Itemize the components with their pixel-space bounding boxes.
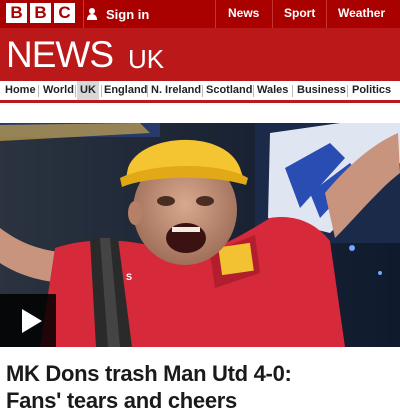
bbc-logo[interactable]: B B C (6, 3, 75, 23)
sign-in-label: Sign in (106, 6, 150, 22)
divider (347, 85, 348, 97)
divider (326, 0, 327, 28)
divider (272, 0, 273, 28)
user-icon (86, 8, 98, 20)
article-headline[interactable]: MK Dons trash Man Utd 4-0: Fans' tears a… (6, 360, 396, 414)
divider (253, 85, 254, 97)
divider (215, 0, 216, 28)
play-button[interactable] (0, 294, 56, 347)
section-nav-world[interactable]: World (43, 81, 74, 100)
divider (147, 85, 148, 97)
section-nav-england[interactable]: England (104, 81, 147, 100)
hero-video-thumbnail[interactable]: S (0, 123, 400, 347)
section-nav: Home World UK England N. Ireland Scotlan… (0, 81, 400, 103)
top-nav-weather[interactable]: Weather (338, 0, 385, 28)
top-nav-news[interactable]: News (228, 0, 259, 28)
region-label[interactable]: UK (128, 44, 164, 74)
section-nav-uk[interactable]: UK (77, 81, 99, 100)
play-icon (22, 309, 42, 333)
fan-photo: S (0, 123, 400, 347)
divider (83, 0, 84, 28)
divider (75, 85, 76, 97)
headline-line: MK Dons trash Man Utd 4-0: (6, 361, 292, 386)
bbc-logo-letter: C (54, 3, 75, 23)
section-nav-business[interactable]: Business (297, 81, 346, 100)
divider (38, 85, 39, 97)
section-nav-politics[interactable]: Politics (352, 81, 391, 100)
bbc-logo-letter: B (30, 3, 51, 23)
top-bar: B B C Sign in News Sport Weather (0, 0, 400, 28)
divider (202, 85, 203, 97)
section-nav-wales[interactable]: Wales (257, 81, 288, 100)
headline-line: Fans' tears and cheers (6, 388, 237, 413)
divider (292, 85, 293, 97)
bbc-logo-letter: B (6, 3, 27, 23)
section-nav-home[interactable]: Home (5, 81, 36, 100)
section-nav-n-ireland[interactable]: N. Ireland (151, 81, 201, 100)
top-nav-sport[interactable]: Sport (284, 0, 315, 28)
news-logo[interactable]: NEWS (6, 35, 114, 75)
section-nav-scotland[interactable]: Scotland (206, 81, 252, 100)
divider (101, 85, 102, 97)
svg-text:S: S (126, 272, 132, 282)
news-banner: NEWS UK (0, 28, 400, 81)
sign-in-button[interactable]: Sign in (86, 0, 149, 28)
